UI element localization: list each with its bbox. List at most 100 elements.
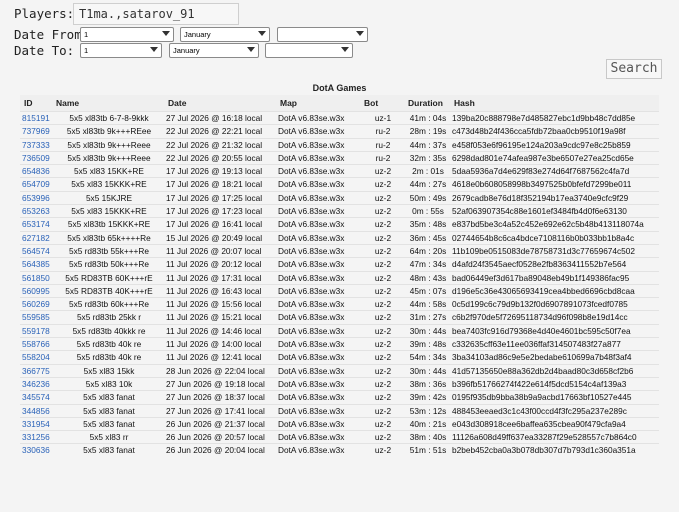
- game-duration: 35m : 48s: [409, 219, 447, 230]
- game-id-link[interactable]: 345574: [22, 392, 50, 402]
- search-button[interactable]: Search: [606, 59, 662, 79]
- game-map: DotA v6.83se.w3x: [278, 418, 345, 429]
- game-id-link[interactable]: 559585: [22, 312, 50, 322]
- players-label: Players:: [14, 6, 75, 21]
- game-id-link[interactable]: 654709: [22, 179, 50, 189]
- game-bot: ru-2: [375, 152, 391, 163]
- game-id-link[interactable]: 330636: [22, 445, 50, 455]
- game-date: 11 Jul 2026 @ 15:56 local: [166, 299, 262, 310]
- game-id-link[interactable]: 558204: [22, 352, 50, 362]
- game-name: 5x5 xl83tb 65k++++Re: [67, 232, 151, 243]
- game-id-link[interactable]: 346236: [22, 379, 50, 389]
- game-map: DotA v6.83se.w3x: [278, 113, 345, 123]
- date-from-month-select[interactable]: January: [180, 27, 270, 42]
- game-name: 5x5 xl83 10k: [85, 378, 133, 389]
- column-header-date[interactable]: Date: [164, 95, 276, 112]
- game-id-link[interactable]: 737333: [22, 140, 50, 150]
- players-input[interactable]: T1ma.,satarov_91: [73, 3, 239, 25]
- game-bot: uz-2: [374, 285, 392, 296]
- game-map: DotA v6.83se.w3x: [278, 285, 345, 296]
- column-header-duration[interactable]: Duration: [404, 95, 450, 112]
- game-id-link[interactable]: 815191: [22, 113, 50, 123]
- game-duration: 30m : 44s: [409, 365, 447, 376]
- game-map: DotA v6.83se.w3x: [278, 299, 345, 310]
- game-id-cell: 561850: [20, 271, 52, 284]
- game-id-link[interactable]: 653263: [22, 206, 50, 216]
- game-id-cell: 564574: [20, 244, 52, 257]
- column-header-map[interactable]: Map: [276, 95, 360, 112]
- game-map: DotA v6.83se.w3x: [278, 126, 345, 137]
- date-to-label: Date To:: [14, 43, 75, 58]
- game-id-link[interactable]: 653996: [22, 193, 50, 203]
- game-hash: 41d57135650e88a362db2d4baad80c3d658cf2b6: [452, 365, 634, 376]
- game-name: 5x5 rd83tb 50k+++Re: [68, 259, 150, 270]
- game-id-cell: 559585: [20, 311, 52, 324]
- date-to-year-select[interactable]: [265, 43, 353, 58]
- game-date: 22 Jul 2026 @ 21:32 local: [166, 139, 263, 150]
- game-id-cell: 736509: [20, 151, 52, 164]
- game-id-link[interactable]: 561850: [22, 273, 50, 283]
- game-id-link[interactable]: 564385: [22, 259, 50, 269]
- game-bot: uz-2: [374, 312, 392, 323]
- game-duration: 31m : 27s: [409, 312, 447, 323]
- game-date: 22 Jul 2026 @ 20:55 local: [166, 152, 263, 163]
- game-hash: c332635cff63e11ee036ffaf314507483f27a877: [452, 339, 621, 350]
- game-id-link[interactable]: 560995: [22, 286, 50, 296]
- game-bot: uz-2: [374, 432, 392, 443]
- game-bot: uz-2: [374, 179, 392, 190]
- game-id-link[interactable]: 558766: [22, 339, 50, 349]
- game-date: 27 Jun 2026 @ 19:18 local: [166, 378, 265, 389]
- game-id-cell: 653263: [20, 205, 52, 218]
- game-id-link[interactable]: 736509: [22, 153, 50, 163]
- date-from-year-select[interactable]: [277, 27, 368, 42]
- game-name: 5x5 rd83tb 55k+++Re: [68, 245, 150, 256]
- game-id-cell: 558766: [20, 338, 52, 351]
- game-id-link[interactable]: 344856: [22, 406, 50, 416]
- game-id-link[interactable]: 627182: [22, 233, 50, 243]
- game-date: 17 Jul 2026 @ 19:13 local: [166, 166, 263, 177]
- table-row: 366775 5x5 xl83 15kk 28 Jun 2026 @ 22:04 l…: [20, 364, 659, 377]
- game-id-cell: 331256: [20, 431, 52, 444]
- game-hash: e043d308918cee6baffea635cbea90f479cfa9a4: [452, 418, 626, 429]
- game-id-link[interactable]: 654836: [22, 166, 50, 176]
- game-bot: uz-2: [374, 166, 392, 177]
- game-name: 5x5 xl83tb 9k+++REee: [66, 126, 152, 137]
- game-date: 15 Jul 2026 @ 20:49 local: [166, 232, 263, 243]
- game-date: 11 Jul 2026 @ 20:12 local: [166, 259, 262, 270]
- date-to-day-select[interactable]: 1: [80, 43, 162, 58]
- game-name: 5x5 rd83tb 25kk r: [76, 312, 142, 323]
- game-map: DotA v6.83se.w3x: [278, 325, 345, 336]
- game-id-link[interactable]: 737969: [22, 126, 50, 136]
- game-id-link[interactable]: 653174: [22, 219, 50, 229]
- game-duration: 45m : 07s: [409, 285, 447, 296]
- game-duration: 44m : 27s: [409, 179, 447, 190]
- game-id-cell: 815191: [20, 112, 52, 125]
- game-name: 5x5 xl83tb 6-7-8-9kkk: [69, 113, 149, 123]
- game-hash: e837bd5be3c4a52c452e692e62c5b48b41311807…: [452, 219, 644, 230]
- game-map: DotA v6.83se.w3x: [278, 179, 345, 190]
- game-hash: 4618e0b608058998b3497525b0bfefd7299be011: [452, 179, 632, 190]
- game-id-link[interactable]: 366775: [22, 366, 50, 376]
- game-name: 5x5 RD83TB 40K+++rE: [65, 285, 153, 296]
- column-header-bot[interactable]: Bot: [360, 95, 404, 112]
- game-duration: 38m : 40s: [409, 432, 447, 443]
- game-id-link[interactable]: 331954: [22, 419, 50, 429]
- table-row: 561850 5x5 RD83TB 60K+++rE 11 Jul 2026 @ 1…: [20, 271, 659, 284]
- game-id-link[interactable]: 560269: [22, 299, 50, 309]
- game-bot: uz-2: [374, 445, 392, 456]
- games-table: ID Name Date Map Bot Duration Hash 81519…: [20, 95, 659, 457]
- column-header-hash[interactable]: Hash: [450, 95, 659, 112]
- date-to-month-select[interactable]: January: [169, 43, 259, 58]
- game-id-cell: 560269: [20, 298, 52, 311]
- game-id-link[interactable]: 559178: [22, 326, 50, 336]
- game-duration: 51m : 51s: [409, 445, 447, 456]
- column-header-name[interactable]: Name: [52, 95, 164, 112]
- game-bot: uz-2: [374, 232, 392, 243]
- game-bot: ru-2: [375, 139, 391, 150]
- game-id-link[interactable]: 331256: [22, 432, 50, 442]
- game-name: 5x5 xl83 15kk: [83, 365, 135, 376]
- column-header-id[interactable]: ID: [20, 95, 52, 112]
- date-from-day-select[interactable]: 1: [80, 27, 174, 42]
- game-bot: uz-2: [374, 325, 392, 336]
- game-id-link[interactable]: 564574: [22, 246, 50, 256]
